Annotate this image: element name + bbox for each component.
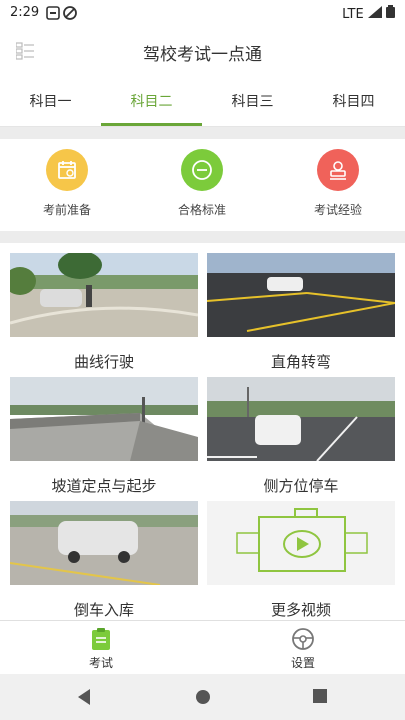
shortcut-label: 合格标准 bbox=[177, 203, 226, 217]
video-thumbnail bbox=[10, 377, 198, 461]
app-bar: 驾校考试一点通 bbox=[0, 26, 405, 78]
video-thumbnail bbox=[206, 253, 396, 337]
video-card-right-angle-turn[interactable]: 直角转弯 bbox=[206, 253, 396, 372]
nav-settings[interactable]: 设置 bbox=[243, 627, 363, 671]
video-card-more-videos[interactable]: 更多视频 bbox=[207, 501, 395, 620]
status-time: 2:29 bbox=[10, 5, 40, 20]
shortcut-pass-standard[interactable]: 合格标准 bbox=[147, 149, 257, 218]
section-divider bbox=[0, 127, 405, 139]
app-title: 驾校考试一点通 bbox=[143, 45, 262, 65]
bottom-navigation: 考试 设置 bbox=[0, 620, 405, 675]
tab-subject-1[interactable]: 科目一 bbox=[0, 78, 101, 126]
recents-icon[interactable] bbox=[312, 688, 328, 704]
video-card-reverse-parking[interactable]: 倒车入库 bbox=[9, 501, 198, 620]
tab-subject-4[interactable]: 科目四 bbox=[303, 78, 404, 126]
home-icon[interactable] bbox=[194, 688, 212, 706]
tab-subject-3[interactable]: 科目三 bbox=[202, 78, 303, 126]
shortcut-label: 考前准备 bbox=[42, 203, 91, 217]
network-type: LTE bbox=[342, 7, 364, 22]
video-caption: 侧方位停车 bbox=[263, 477, 339, 495]
nav-exam[interactable]: 考试 bbox=[41, 627, 161, 671]
calendar-icon bbox=[46, 149, 88, 191]
video-caption: 更多视频 bbox=[270, 601, 331, 619]
video-caption: 坡道定点与起步 bbox=[51, 477, 157, 495]
shortcut-row: 考前准备 合格标准 考试经验 bbox=[0, 139, 405, 231]
back-icon[interactable] bbox=[76, 688, 92, 706]
nav-label: 考试 bbox=[88, 656, 113, 670]
video-card-curve-driving[interactable]: 曲线行驶 bbox=[4, 251, 199, 372]
video-caption: 倒车入库 bbox=[73, 601, 134, 619]
shortcut-label: 考试经验 bbox=[313, 203, 362, 217]
stamp-icon bbox=[317, 149, 359, 191]
battery-icon bbox=[386, 5, 395, 18]
video-caption: 曲线行驶 bbox=[73, 353, 134, 371]
active-tab-indicator bbox=[101, 123, 202, 126]
signal-icon bbox=[367, 6, 382, 18]
notification-icon bbox=[46, 6, 77, 20]
video-grid: 曲线行驶 直角转弯 坡道定点与起步 侧方位停车 倒车入库 更多视频 bbox=[0, 243, 405, 620]
tab-subject-2[interactable]: 科目二 bbox=[101, 78, 202, 126]
video-caption: 直角转弯 bbox=[270, 353, 331, 371]
subject-tabs: 科目一 科目二 科目三 科目四 bbox=[0, 78, 405, 127]
video-card-ramp-start[interactable]: 坡道定点与起步 bbox=[10, 377, 198, 496]
camera-play-icon bbox=[207, 501, 395, 585]
video-thumbnail bbox=[207, 377, 395, 462]
shortcut-exam-prep[interactable]: 考前准备 bbox=[12, 149, 122, 218]
steering-wheel-icon bbox=[292, 628, 314, 650]
status-left-icons bbox=[46, 5, 86, 25]
video-card-parallel-parking[interactable]: 侧方位停车 bbox=[207, 377, 395, 496]
shortcut-exam-experience[interactable]: 考试经验 bbox=[283, 149, 393, 218]
minus-circle-icon bbox=[181, 149, 223, 191]
video-thumbnail bbox=[4, 251, 199, 337]
video-thumbnail bbox=[9, 501, 198, 586]
status-right: LTE bbox=[342, 5, 395, 22]
nav-label: 设置 bbox=[290, 656, 315, 670]
system-navigation-bar bbox=[0, 674, 405, 720]
status-bar: 2:29 LTE bbox=[0, 0, 405, 26]
section-divider bbox=[0, 231, 405, 243]
clipboard-icon bbox=[92, 628, 110, 650]
